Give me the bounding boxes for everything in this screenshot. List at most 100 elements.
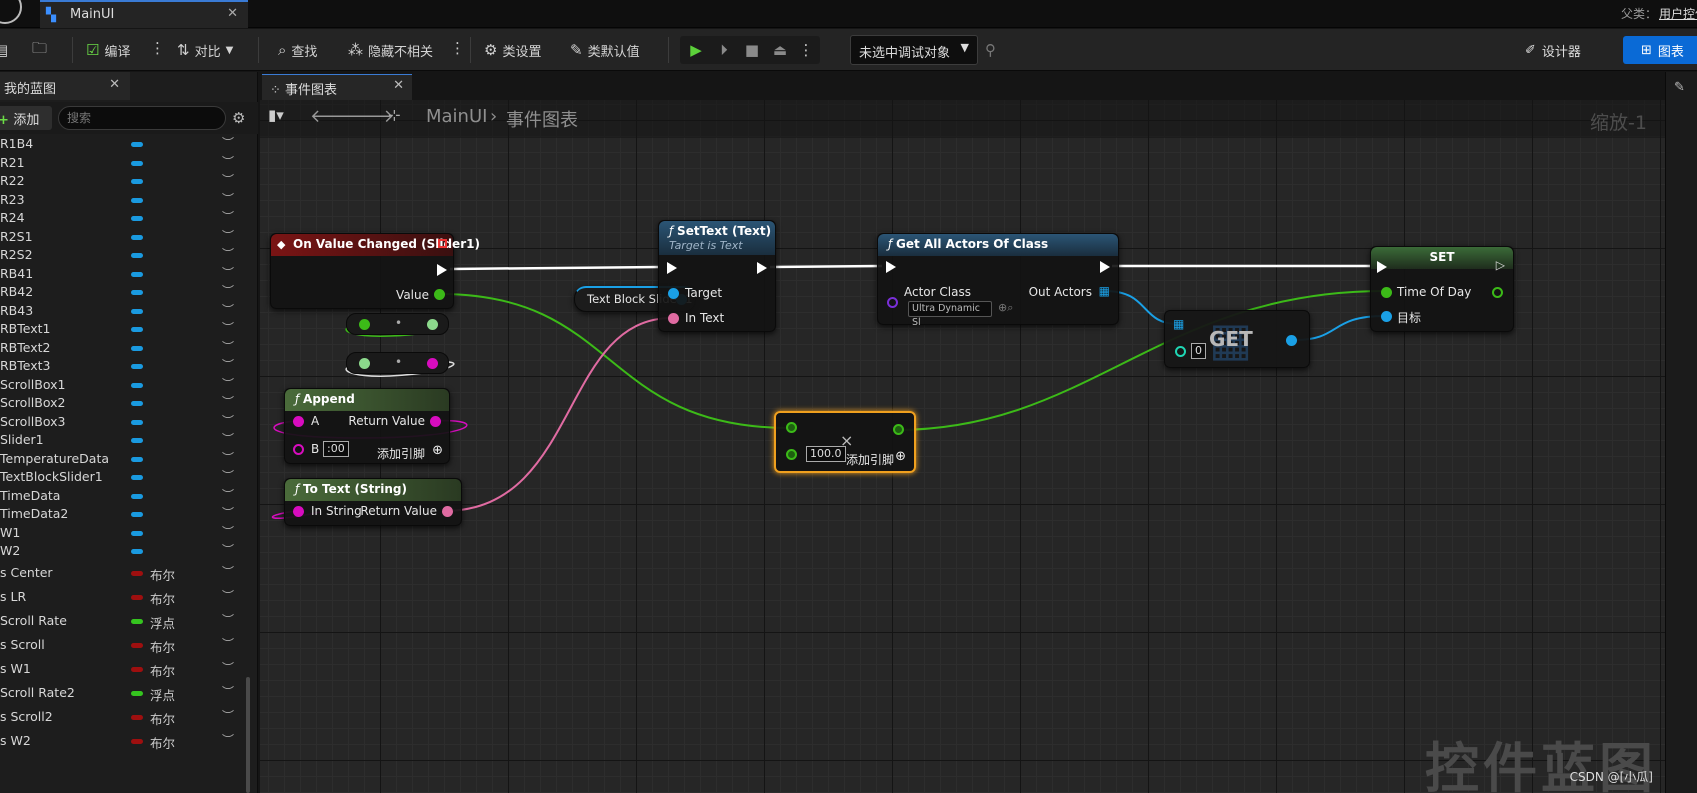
b-pin[interactable]	[293, 444, 304, 455]
variable-row[interactable]: RB42 ︶	[0, 282, 240, 302]
index-pin[interactable]	[1175, 346, 1186, 357]
variable-row[interactable]: Slider1 ︶	[0, 430, 240, 450]
reroute-node[interactable]: •	[346, 313, 449, 335]
browse-button[interactable]: 🗀	[32, 29, 47, 71]
eye-closed-icon[interactable]: ︶	[222, 504, 234, 521]
debug-object-select[interactable]: 未选中调试对象 ▼	[850, 35, 978, 65]
eye-closed-icon[interactable]: ︶	[222, 208, 234, 225]
time-of-day-out-pin[interactable]	[1492, 287, 1503, 298]
eye-closed-icon[interactable]: ︶	[222, 245, 234, 262]
variable-row[interactable]: s Center 布尔 ︶	[0, 563, 240, 583]
variable-row[interactable]: s W1 布尔 ︶	[0, 659, 240, 679]
eye-closed-icon[interactable]: ︶	[222, 541, 234, 558]
variable-row[interactable]: W1 ︶	[0, 523, 240, 543]
variable-row[interactable]: RB43 ︶	[0, 301, 240, 321]
eye-closed-icon[interactable]: ︶	[222, 227, 234, 244]
unreal-logo-icon[interactable]	[0, 0, 22, 24]
eye-closed-icon[interactable]: ︶	[222, 467, 234, 484]
save-button[interactable]: ▤	[0, 29, 8, 71]
delegate-pin-icon[interactable]	[438, 239, 447, 248]
eye-closed-icon[interactable]: ︶	[222, 412, 234, 429]
debug-filter-button[interactable]: ⚲	[985, 29, 996, 71]
eye-closed-icon[interactable]: ︶	[222, 171, 234, 188]
exec-in-pin[interactable]	[667, 262, 677, 274]
reroute-in-pin[interactable]	[359, 319, 370, 330]
add-button[interactable]: + 添加	[0, 106, 52, 130]
reroute-node[interactable]: •	[346, 352, 449, 374]
settext-node[interactable]: ƒ SetText (Text) Target is Text Target I…	[658, 220, 776, 332]
get-array-node[interactable]: ▦ GET ▦ 0	[1164, 310, 1310, 368]
class-defaults-button[interactable]: ✎ 类默认值	[570, 29, 640, 71]
graph-mode-button[interactable]: ⊞ 图表	[1623, 36, 1697, 64]
variable-row[interactable]: TemperatureData ︶	[0, 449, 240, 469]
eye-closed-icon[interactable]: ︶	[222, 319, 234, 336]
set-node[interactable]: SET ▷ Time Of Day 目标	[1370, 246, 1514, 332]
multiply-b-input[interactable]: 100.0	[806, 446, 846, 462]
eye-closed-icon[interactable]: ︶	[222, 264, 234, 281]
exec-out-pin[interactable]	[757, 262, 767, 274]
target-pin[interactable]	[668, 288, 679, 299]
compile-button[interactable]: ☑ 编译	[86, 29, 130, 71]
variable-row[interactable]: R21 ︶	[0, 153, 240, 173]
variable-row[interactable]: R23 ︶	[0, 190, 240, 210]
reroute-out-pin[interactable]	[427, 358, 438, 369]
eye-closed-icon[interactable]: ︶	[222, 707, 234, 724]
close-icon[interactable]: ✕	[109, 77, 120, 92]
variable-row[interactable]: R2S2 ︶	[0, 245, 240, 265]
eye-closed-icon[interactable]: ︶	[222, 449, 234, 466]
variable-row[interactable]: s LR 布尔 ︶	[0, 587, 240, 607]
find-button[interactable]: ⌕ 查找	[278, 29, 317, 71]
index-input[interactable]: 0	[1191, 343, 1206, 359]
variable-row[interactable]: RB41 ︶	[0, 264, 240, 284]
exec-in-pin[interactable]	[886, 261, 896, 273]
variable-row[interactable]: s W2 布尔 ︶	[0, 731, 240, 751]
eye-closed-icon[interactable]: ︶	[222, 659, 234, 676]
item-out-pin[interactable]	[1286, 335, 1297, 346]
variable-row[interactable]: TextBlockSlider1 ︶	[0, 467, 240, 487]
search-input[interactable]	[58, 106, 226, 130]
variable-row[interactable]: ScrollBox3 ︶	[0, 412, 240, 432]
eye-closed-icon[interactable]: ︶	[222, 635, 234, 652]
hide-options-icon[interactable]: ⋮	[450, 39, 465, 57]
pencil-icon[interactable]: ✎	[1674, 80, 1685, 95]
value-pin[interactable]	[434, 289, 445, 300]
variable-row[interactable]: R22 ︶	[0, 171, 240, 191]
add-pin-icon[interactable]: ⊕	[895, 449, 906, 464]
reroute-out-pin[interactable]	[427, 319, 438, 330]
my-blueprint-tab[interactable]: 我的蓝图 ✕	[0, 72, 130, 100]
actor-class-pin[interactable]	[887, 297, 898, 308]
actor-class-select[interactable]: Ultra Dynamic Sl	[908, 301, 992, 328]
eye-closed-icon[interactable]: ︶	[222, 587, 234, 604]
eye-closed-icon[interactable]: ︶	[222, 282, 234, 299]
set-target-pin[interactable]	[1381, 311, 1392, 322]
eye-closed-icon[interactable]: ︶	[222, 486, 234, 503]
variable-row[interactable]: R24 ︶	[0, 208, 240, 228]
exec-out-pin[interactable]	[437, 264, 447, 276]
eye-closed-icon[interactable]: ︶	[222, 356, 234, 373]
multiply-a-pin[interactable]	[786, 422, 797, 433]
eye-closed-icon[interactable]: ︶	[222, 338, 234, 355]
close-icon[interactable]: ✕	[227, 6, 238, 21]
append-node[interactable]: ƒ Append A Return Value B :00 添加引脚 ⊕	[284, 388, 450, 464]
eye-closed-icon[interactable]: ︶	[222, 611, 234, 628]
eye-closed-icon[interactable]: ︶	[222, 393, 234, 410]
gear-icon[interactable]: ⚙	[232, 109, 245, 127]
variable-row[interactable]: Scroll Rate2 浮点 ︶	[0, 683, 240, 703]
variable-row[interactable]: Scroll Rate 浮点 ︶	[0, 611, 240, 631]
variable-row[interactable]: R1B4 ︶	[0, 134, 240, 154]
scrollbar[interactable]	[246, 677, 250, 793]
eye-closed-icon[interactable]: ︶	[222, 731, 234, 748]
exec-out-pin[interactable]	[1100, 261, 1110, 273]
step-icon[interactable]: ⏵	[714, 40, 734, 60]
document-tab-mainui[interactable]: ▚ MainUI ✕	[40, 0, 248, 28]
eye-closed-icon[interactable]: ︶	[222, 375, 234, 392]
eye-closed-icon[interactable]: ︶	[222, 683, 234, 700]
event-node-on-value-changed[interactable]: On Value Changed (Slider1) ◆ Value	[270, 233, 480, 309]
to-text-string-node[interactable]: ƒ To Text (String) In String Return Valu…	[284, 478, 462, 526]
hide-unrelated-button[interactable]: ⁂ 隐藏不相关	[348, 29, 433, 71]
a-pin[interactable]	[293, 416, 304, 427]
reroute-in-pin[interactable]	[359, 358, 370, 369]
variable-row[interactable]: W2 ︶	[0, 541, 240, 561]
array-pin-icon[interactable]: ▦	[1173, 317, 1184, 331]
time-of-day-pin[interactable]	[1381, 287, 1392, 298]
